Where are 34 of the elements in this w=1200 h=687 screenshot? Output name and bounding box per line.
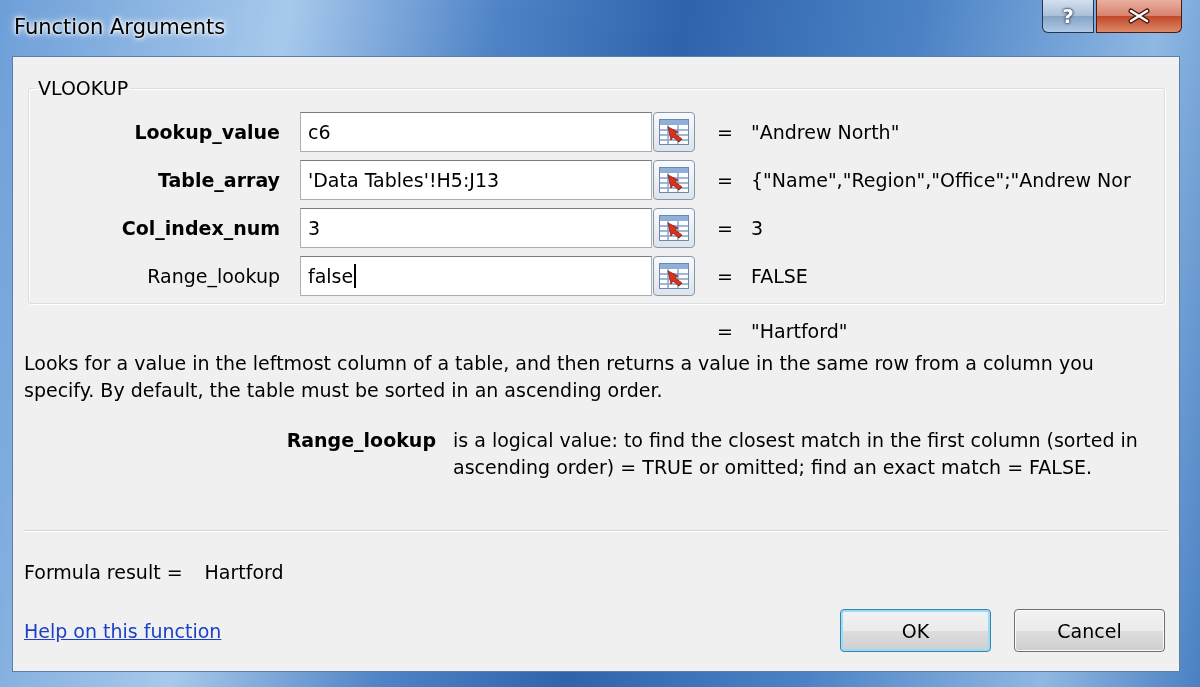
argument-description: is a logical value: to find the closest match in the first column (sorted in ascending order) = TRUE or omitted; find an exact match = FALSE. <box>453 428 1139 480</box>
argument-value: FALSE <box>751 264 808 288</box>
result-value: "Hartford" <box>751 319 848 343</box>
cancel-button[interactable]: Cancel <box>1014 609 1165 652</box>
argument-label: Lookup_value <box>133 120 280 144</box>
equals-sign: = <box>717 319 731 343</box>
equals-sign: = <box>717 264 731 288</box>
ok-button[interactable]: OK <box>840 609 991 652</box>
collapse-button[interactable] <box>653 160 695 200</box>
argument-name: Range_lookup <box>285 428 436 454</box>
equals-sign: = <box>717 216 731 240</box>
formula-result-value: Hartford <box>204 560 284 585</box>
argument-value: "Andrew North" <box>751 120 900 144</box>
collapse-button[interactable] <box>653 112 695 152</box>
window-title: Function Arguments <box>14 15 226 39</box>
input-field[interactable]: c6 <box>300 112 652 152</box>
input-field[interactable]: 3 <box>300 208 652 248</box>
equals-sign: = <box>717 120 731 144</box>
formula-result-label: Formula result = <box>24 560 183 585</box>
argument-label: Table_array <box>157 168 280 192</box>
argument-label: Col_index_num <box>120 216 280 240</box>
equals-sign: = <box>717 168 731 192</box>
input-field[interactable]: false <box>300 256 652 296</box>
close-button[interactable] <box>1096 0 1182 33</box>
input-field[interactable]: 'Data Tables'!H5:J13 <box>300 160 652 200</box>
help-link[interactable]: Help on this function <box>24 618 222 643</box>
argument-value: 3 <box>751 216 764 240</box>
function-description: Looks for a value in the leftmost column of a table, and then returns a value in the same row from a column you specify. By default, the table must be sorted in an ascending order. <box>24 351 1095 403</box>
collapse-button[interactable] <box>653 256 695 296</box>
close-icon <box>1128 8 1150 24</box>
collapse-button[interactable] <box>653 208 695 248</box>
argument-label: Range_lookup <box>146 264 280 288</box>
function-name: VLOOKUP <box>37 77 130 99</box>
argument-value: {"Name","Region","Office";"Andrew Nor <box>751 168 1131 192</box>
